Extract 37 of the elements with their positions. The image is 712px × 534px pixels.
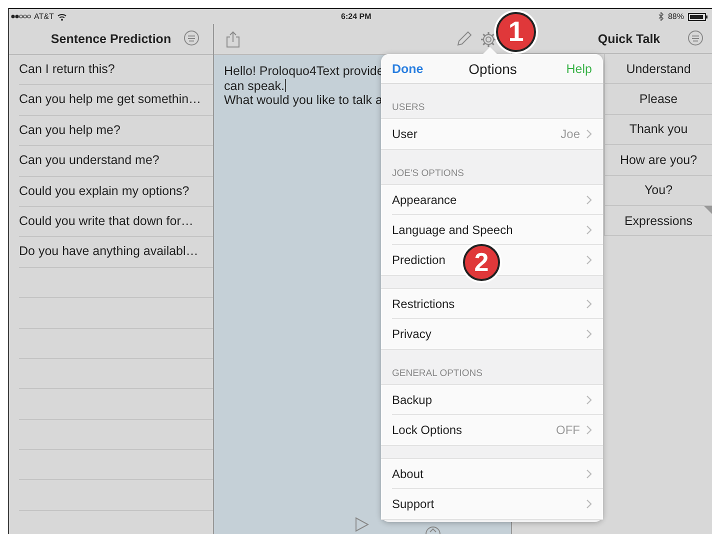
phrase-item[interactable]: Understand [604, 54, 712, 84]
phrase-item[interactable]: You? [604, 176, 712, 206]
battery-percent: 88% [668, 12, 684, 21]
step-number-badge: 2 [463, 244, 500, 281]
editor-text: can speak. [224, 78, 284, 93]
sentence-item[interactable]: Could you write that down for… [19, 206, 213, 238]
section-header: USERS [392, 102, 425, 113]
step-number-badge: 1 [496, 12, 536, 52]
settings-label[interactable]: Restrictions [392, 296, 455, 310]
sentence-item[interactable]: Can you understand me? [19, 146, 213, 177]
settings-label[interactable]: Lock Options [392, 423, 462, 437]
phrase-item[interactable]: Please [604, 84, 712, 115]
settings-value: OFF [556, 423, 580, 437]
done-button[interactable]: Done [392, 62, 424, 76]
folder-item[interactable]: Expressions [604, 206, 712, 236]
panel-title: Sentence Prediction [50, 32, 172, 46]
panel-title: Quick Talk [598, 32, 660, 46]
sentence-item[interactable]: Can you help me? [19, 116, 213, 146]
section-header: JOE'S OPTIONS [392, 168, 464, 179]
phrase-item[interactable]: How are you? [604, 145, 712, 176]
sentence-item[interactable]: Do you have anything availabl… [19, 237, 213, 268]
section-header: GENERAL OPTIONS [392, 368, 482, 379]
settings-value: Joe [560, 127, 580, 141]
sentence-item[interactable]: Can I return this? [19, 55, 213, 86]
settings-label[interactable]: Backup [392, 392, 432, 406]
settings-label[interactable]: Privacy [392, 327, 432, 341]
settings-label[interactable]: Appearance [392, 192, 457, 206]
settings-label[interactable]: About [392, 466, 424, 480]
carrier-name: AT&T [34, 12, 54, 21]
sentence-item[interactable]: Can you help me get somethin… [19, 85, 213, 116]
settings-label[interactable]: Language and Speech [392, 222, 513, 236]
settings-label[interactable]: User [392, 127, 418, 141]
settings-label[interactable]: Prediction [392, 253, 446, 267]
sentence-item[interactable]: Could you explain my options? [19, 176, 213, 207]
status-time: 6:24 PM [341, 12, 372, 21]
phrase-item[interactable]: Thank you [604, 114, 712, 146]
settings-label[interactable]: Support [392, 497, 434, 511]
